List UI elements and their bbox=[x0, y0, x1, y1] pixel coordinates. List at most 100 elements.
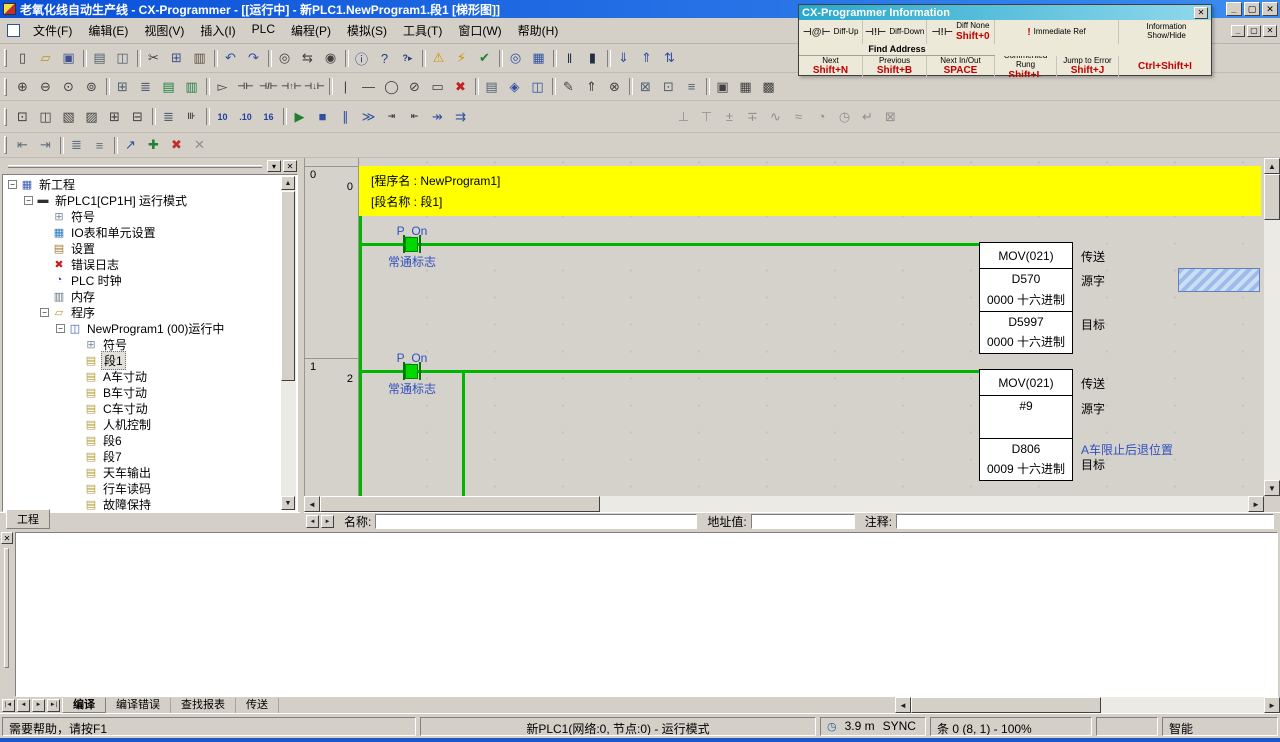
scroll-up-icon[interactable] bbox=[281, 176, 295, 190]
toolbar-gripper[interactable] bbox=[4, 78, 7, 96]
menu-insert[interactable]: 插入(I) bbox=[192, 19, 243, 42]
differential-monitor-button[interactable]: ∿ bbox=[764, 106, 787, 127]
contact-on-icon[interactable] bbox=[405, 364, 418, 379]
window-split-button[interactable]: ◫ bbox=[34, 106, 57, 127]
tree-item-new-project[interactable]: − ▦ 新工程 bbox=[4, 176, 281, 192]
tab-transfer[interactable]: 传送 bbox=[236, 698, 279, 713]
tree-item-program-symbols[interactable]: ⊞ 符号 bbox=[4, 336, 281, 352]
monitor-button[interactable]: ▦ bbox=[527, 48, 550, 69]
show-section-list-button[interactable]: ▤ bbox=[157, 76, 180, 97]
tree-item-section-7[interactable]: ▤ 段7 bbox=[4, 448, 281, 464]
data-trace-button[interactable]: ≈ bbox=[787, 106, 810, 127]
pane-header[interactable]: ▾✕ bbox=[0, 158, 300, 174]
help-button[interactable]: ? bbox=[373, 48, 396, 69]
zoom-header-button[interactable]: ▧ bbox=[57, 106, 80, 127]
rung-list-button[interactable]: ≡ bbox=[88, 135, 111, 156]
tab-project[interactable]: 工程 bbox=[6, 509, 50, 529]
set-value-button[interactable]: ∓ bbox=[741, 106, 764, 127]
tree-item-section-hmi[interactable]: ▤ 人机控制 bbox=[4, 416, 281, 432]
go-to-rung-button[interactable]: ↗ bbox=[119, 135, 142, 156]
replace-button[interactable]: ⇆ bbox=[296, 48, 319, 69]
contact-on-icon[interactable] bbox=[405, 237, 418, 252]
instruction-block-mov[interactable]: MOV(021) #9 D806 0009 十六进制 bbox=[979, 369, 1073, 481]
force-off-button[interactable]: ⊤ bbox=[695, 106, 718, 127]
tree-item-settings[interactable]: ▤ 设置 bbox=[4, 240, 281, 256]
show-rung-comments-button[interactable]: ≣ bbox=[134, 76, 157, 97]
find-button[interactable]: ◎ bbox=[273, 48, 296, 69]
online-edit-send-button[interactable]: ⇑ bbox=[580, 76, 603, 97]
output-tabs-last-button[interactable]: ►| bbox=[47, 699, 60, 712]
zoom-footer-button[interactable]: ▨ bbox=[80, 106, 103, 127]
tree-item-section-crane-read[interactable]: ▤ 行车读码 bbox=[4, 480, 281, 496]
work-online-button[interactable]: ◎ bbox=[504, 48, 527, 69]
undo-button[interactable]: ↶ bbox=[219, 48, 242, 69]
menu-window[interactable]: 窗口(W) bbox=[450, 19, 509, 42]
popup-close-button[interactable]: ✕ bbox=[1194, 7, 1208, 19]
tree-item-section-fault-hold[interactable]: ▤ 故障保持 bbox=[4, 496, 281, 510]
tree-item-io-table[interactable]: ▦ IO表和单元设置 bbox=[4, 224, 281, 240]
tree-expand-toggle[interactable]: − bbox=[8, 180, 17, 189]
monitor-pause-button[interactable]: ∥ bbox=[334, 106, 357, 127]
show-monitor-data-button[interactable]: ◈ bbox=[503, 76, 526, 97]
continuous-step-button[interactable]: ↠ bbox=[426, 106, 449, 127]
monitor-stop-button[interactable]: ■ bbox=[311, 106, 334, 127]
indent-button[interactable]: ⇤ bbox=[11, 135, 34, 156]
tab-compile[interactable]: 编译 bbox=[62, 698, 106, 713]
window-cascade-button[interactable]: ▣ bbox=[711, 76, 734, 97]
context-help-button[interactable]: ?▸ bbox=[396, 48, 419, 69]
tree-item-programs[interactable]: − ▱ 程序 bbox=[4, 304, 281, 320]
monitor-run-button[interactable]: ▶ bbox=[288, 106, 311, 127]
mdi-close-button[interactable]: ✕ bbox=[1263, 25, 1277, 37]
pane-close-button[interactable]: ✕ bbox=[283, 160, 297, 172]
scrollbar-thumb[interactable] bbox=[1264, 174, 1280, 220]
ladder-vertical-scrollbar[interactable] bbox=[1264, 158, 1280, 496]
scrollbar-thumb[interactable] bbox=[911, 697, 1101, 713]
edit-rung-comment-button[interactable]: ▤ bbox=[480, 76, 503, 97]
tree-item-symbols[interactable]: ⊞ 符号 bbox=[4, 208, 281, 224]
online-edit-begin-button[interactable]: ✎ bbox=[557, 76, 580, 97]
save-button[interactable]: ▣ bbox=[57, 48, 80, 69]
paste-button[interactable]: ▥ bbox=[188, 48, 211, 69]
cut-button[interactable]: ✂ bbox=[142, 48, 165, 69]
output-close-button[interactable]: ✕ bbox=[1, 532, 13, 544]
ladder-editor[interactable]: 0 0 1 2 [程序名 : NewProgram1] [段名称 : 段1] P… bbox=[304, 158, 1264, 496]
redo-button[interactable]: ↷ bbox=[242, 48, 265, 69]
comment-field[interactable] bbox=[896, 514, 1274, 529]
outdent-button[interactable]: ⇥ bbox=[34, 135, 57, 156]
time-chart-button[interactable]: ◔ bbox=[810, 106, 833, 127]
coil-not-tool[interactable]: ⊘ bbox=[403, 76, 426, 97]
tree-item-section-a-car[interactable]: ▤ A车寸动 bbox=[4, 368, 281, 384]
select-tool[interactable]: ▻ bbox=[211, 76, 234, 97]
contact-no-tool[interactable]: ⊣⊢ bbox=[234, 76, 257, 97]
contact-nc-tool[interactable]: ⊣/⊢ bbox=[257, 76, 280, 97]
delete-tool[interactable]: ✖ bbox=[449, 76, 472, 97]
rung-comment-block[interactable]: [程序名 : NewProgram1] [段名称 : 段1] bbox=[359, 166, 1261, 216]
scrollbar-thumb[interactable] bbox=[320, 496, 600, 512]
instruction-block-mov[interactable]: MOV(021) D570 0000 十六进制 D5997 0000 十六进制 bbox=[979, 242, 1073, 354]
zoom-fit-button[interactable]: ⊚ bbox=[80, 76, 103, 97]
contact-up-tool[interactable]: ⊣↑⊢ bbox=[280, 76, 303, 97]
upload-button[interactable]: ⇑ bbox=[635, 48, 658, 69]
step-run-button[interactable]: ≫ bbox=[357, 106, 380, 127]
tree-item-newprogram1[interactable]: − ◫ NewProgram1 (00)运行中 bbox=[4, 320, 281, 336]
tab-compile-errors[interactable]: 编译错误 bbox=[106, 698, 171, 713]
zoom-100-button[interactable]: ⊙ bbox=[57, 76, 80, 97]
step-in-button[interactable]: ⇥ bbox=[380, 106, 403, 127]
zoom-out-button[interactable]: ⊖ bbox=[34, 76, 57, 97]
ladder-cursor[interactable] bbox=[1178, 268, 1260, 292]
cross-reference-button[interactable]: ⊡ bbox=[657, 76, 680, 97]
pane-menu-button[interactable]: ▾ bbox=[267, 160, 281, 172]
online-edit-go-button[interactable]: ↵ bbox=[856, 106, 879, 127]
vertical-line-tool[interactable]: | bbox=[334, 76, 357, 97]
tree-item-section-crane-out[interactable]: ▤ 天车输出 bbox=[4, 464, 281, 480]
open-button[interactable]: ▱ bbox=[34, 48, 57, 69]
tree-expand-toggle[interactable]: − bbox=[24, 196, 33, 205]
menu-program[interactable]: 编程(P) bbox=[283, 19, 339, 42]
pause-monitor-button[interactable]: ‖ bbox=[558, 48, 581, 69]
scroll-left-icon[interactable] bbox=[304, 496, 320, 512]
ladder-horizontal-scrollbar[interactable] bbox=[304, 496, 1264, 512]
format-signed-decimal-button[interactable]: .10 bbox=[234, 106, 257, 127]
show-rung-annotation-button[interactable]: ▥ bbox=[180, 76, 203, 97]
tree-item-section-1[interactable]: ▤ 段1 bbox=[4, 352, 281, 368]
force-cancel-button[interactable]: ± bbox=[718, 106, 741, 127]
